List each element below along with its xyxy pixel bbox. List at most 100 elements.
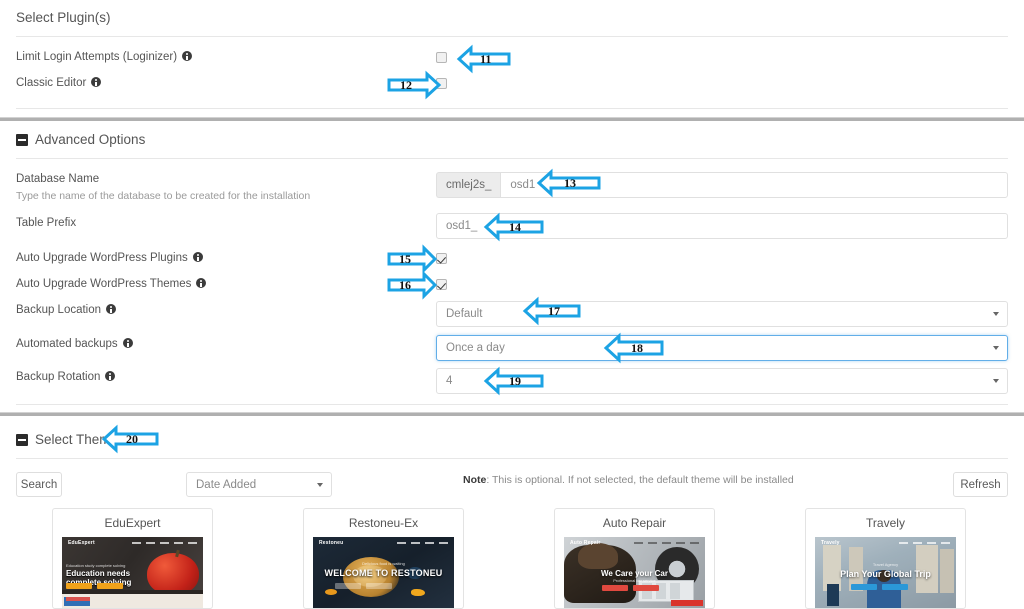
theme-preview-auto: Auto Repair We Care your Car Professiona… bbox=[564, 537, 705, 608]
auto-upgrade-plugins-label: Auto Upgrade WordPress Plugins bbox=[0, 251, 1024, 265]
theme-card[interactable]: Auto Repair Auto Repair We Care your Car… bbox=[554, 508, 715, 609]
theme-sort-value: Date Added bbox=[196, 478, 257, 491]
annotation-marker-11: 11 bbox=[456, 44, 511, 74]
annotation-number: 12 bbox=[400, 78, 412, 92]
automated-backups-label-text: Automated backups bbox=[16, 338, 118, 350]
section-separator bbox=[0, 117, 1024, 121]
theme-preview-headline: WELCOME TO RESTONEU bbox=[324, 568, 443, 578]
info-icon[interactable] bbox=[105, 371, 116, 381]
info-icon[interactable] bbox=[122, 338, 133, 348]
backup-location-row: Backup Location Default bbox=[0, 301, 1024, 327]
database-name-prefix-addon: cmlej2s_ bbox=[436, 172, 501, 198]
theme-preview-nav bbox=[132, 541, 197, 544]
annotation-number: 14 bbox=[509, 220, 521, 234]
theme-note: Note: This is optional. If not selected,… bbox=[463, 474, 794, 486]
theme-preview-brand: Travely bbox=[821, 539, 840, 546]
theme-thumbnail: Auto Repair We Care your Car Professiona… bbox=[564, 537, 705, 608]
annotation-number: 17 bbox=[548, 304, 560, 318]
theme-sort-select[interactable]: Date Added bbox=[186, 472, 332, 497]
theme-card-title: Travely bbox=[866, 516, 905, 530]
automated-backups-select[interactable]: Once a day bbox=[436, 335, 1008, 361]
theme-thumbnail: EduExpert Education study complete solvi… bbox=[62, 537, 203, 608]
divider bbox=[16, 158, 1008, 159]
plugin-row-loginizer: Limit Login Attempts (Loginizer) bbox=[0, 50, 1024, 64]
backup-location-select[interactable]: Default bbox=[436, 301, 1008, 327]
auto-upgrade-plugins-row: Auto Upgrade WordPress Plugins bbox=[0, 251, 1024, 265]
theme-search-button[interactable]: Search bbox=[16, 472, 62, 497]
annotation-marker-14: 14 bbox=[483, 212, 544, 242]
theme-card-title: EduExpert bbox=[104, 516, 161, 530]
annotation-marker-20: 20 bbox=[101, 424, 159, 454]
info-icon[interactable] bbox=[106, 304, 117, 314]
backup-rotation-label-text: Backup Rotation bbox=[16, 371, 101, 383]
theme-card[interactable]: Restoneu-Ex Restoneu Delicious food is w… bbox=[303, 508, 464, 609]
collapse-minus-icon[interactable] bbox=[16, 133, 28, 146]
plugin-label-classic-editor: Classic Editor bbox=[0, 76, 102, 90]
theme-preview-topbar: EduExpert bbox=[62, 537, 203, 548]
chevron-down-icon bbox=[993, 312, 999, 316]
database-name-label-text: Database Name bbox=[16, 173, 100, 185]
annotation-marker-13: 13 bbox=[536, 168, 601, 198]
theme-thumbnail: Restoneu Delicious food is waiting WELCO… bbox=[313, 537, 454, 608]
theme-note-text: : This is optional. If not selected, the… bbox=[486, 474, 794, 486]
annotation-marker-12: 12 bbox=[387, 70, 442, 100]
theme-preview-buttons bbox=[851, 584, 908, 590]
theme-card[interactable]: Travely Travely Travel Agency Plan Your … bbox=[805, 508, 966, 609]
annotation-marker-17: 17 bbox=[522, 296, 581, 326]
theme-preview-kicker: Professional car service bbox=[613, 578, 656, 583]
theme-preview-brand: Auto Repair bbox=[570, 539, 601, 546]
auto-upgrade-plugins-checkbox[interactable] bbox=[436, 253, 447, 264]
backup-rotation-value: 4 bbox=[446, 375, 453, 387]
auto-upgrade-themes-checkbox[interactable] bbox=[436, 279, 447, 290]
chevron-down-icon bbox=[317, 482, 323, 487]
info-icon[interactable] bbox=[196, 278, 207, 288]
database-name-input-group[interactable]: cmlej2s_ osd1 bbox=[436, 172, 1008, 198]
automated-backups-row: Automated backups Once a day bbox=[0, 335, 1024, 361]
annotation-number: 20 bbox=[126, 432, 138, 446]
chevron-down-icon bbox=[993, 379, 999, 383]
section-separator bbox=[0, 412, 1024, 416]
plugins-section-title: Select Plugin(s) bbox=[16, 10, 111, 25]
select-theme-header[interactable]: Select Theme bbox=[0, 432, 118, 447]
annotation-number: 18 bbox=[631, 341, 643, 355]
theme-preview-brand: Restoneu bbox=[319, 539, 344, 546]
annotation-marker-18: 18 bbox=[603, 332, 664, 364]
theme-preview-kicker: Delicious food is waiting bbox=[362, 561, 405, 566]
annotation-number: 11 bbox=[480, 52, 492, 66]
plugin-row-classic-editor: Classic Editor bbox=[0, 76, 1024, 90]
divider bbox=[16, 108, 1008, 109]
theme-preview-buttons bbox=[66, 583, 123, 589]
advanced-options-title: Advanced Options bbox=[35, 132, 146, 147]
info-icon[interactable] bbox=[182, 51, 193, 61]
divider bbox=[16, 404, 1008, 405]
theme-card-title: Auto Repair bbox=[602, 516, 667, 530]
plugin-label-text: Limit Login Attempts (Loginizer) bbox=[16, 51, 178, 63]
info-icon[interactable] bbox=[91, 77, 102, 87]
annotation-marker-19: 19 bbox=[483, 366, 544, 396]
advanced-options-header[interactable]: Advanced Options bbox=[0, 132, 145, 147]
theme-preview-nav bbox=[899, 541, 950, 544]
info-icon[interactable] bbox=[192, 252, 203, 262]
theme-thumbnail: Travely Travel Agency Plan Your Global T… bbox=[815, 537, 956, 608]
theme-preview-nav bbox=[634, 541, 699, 544]
auto-upgrade-themes-label: Auto Upgrade WordPress Themes bbox=[0, 277, 1024, 291]
annotation-number: 13 bbox=[564, 176, 576, 190]
theme-preview-topbar: Restoneu bbox=[313, 537, 454, 548]
plugin-label-text: Classic Editor bbox=[16, 77, 87, 89]
theme-preview-kicker: Travel Agency bbox=[872, 562, 899, 567]
theme-preview-topbar: Travely bbox=[815, 537, 956, 548]
installer-form-page: Select Plugin(s) Limit Login Attempts (L… bbox=[0, 0, 1024, 609]
theme-preview-kicker: Education study complete solving bbox=[66, 563, 126, 568]
theme-card[interactable]: EduExpert EduExpert Education study comp… bbox=[52, 508, 213, 609]
theme-preview-brand: EduExpert bbox=[68, 539, 95, 546]
annotation-number: 19 bbox=[509, 374, 521, 388]
backup-location-label-text: Backup Location bbox=[16, 304, 102, 316]
auto-upgrade-plugins-label-text: Auto Upgrade WordPress Plugins bbox=[16, 252, 188, 264]
collapse-minus-icon[interactable] bbox=[16, 433, 28, 446]
plugin-checkbox-loginizer[interactable] bbox=[436, 52, 447, 63]
theme-refresh-button[interactable]: Refresh bbox=[953, 472, 1008, 497]
theme-note-label: Note bbox=[463, 474, 487, 486]
plugin-label-loginizer: Limit Login Attempts (Loginizer) bbox=[0, 50, 193, 64]
theme-preview-headline: Plan Your Global Trip bbox=[840, 569, 931, 579]
annotation-marker-15: 15 bbox=[387, 244, 438, 274]
